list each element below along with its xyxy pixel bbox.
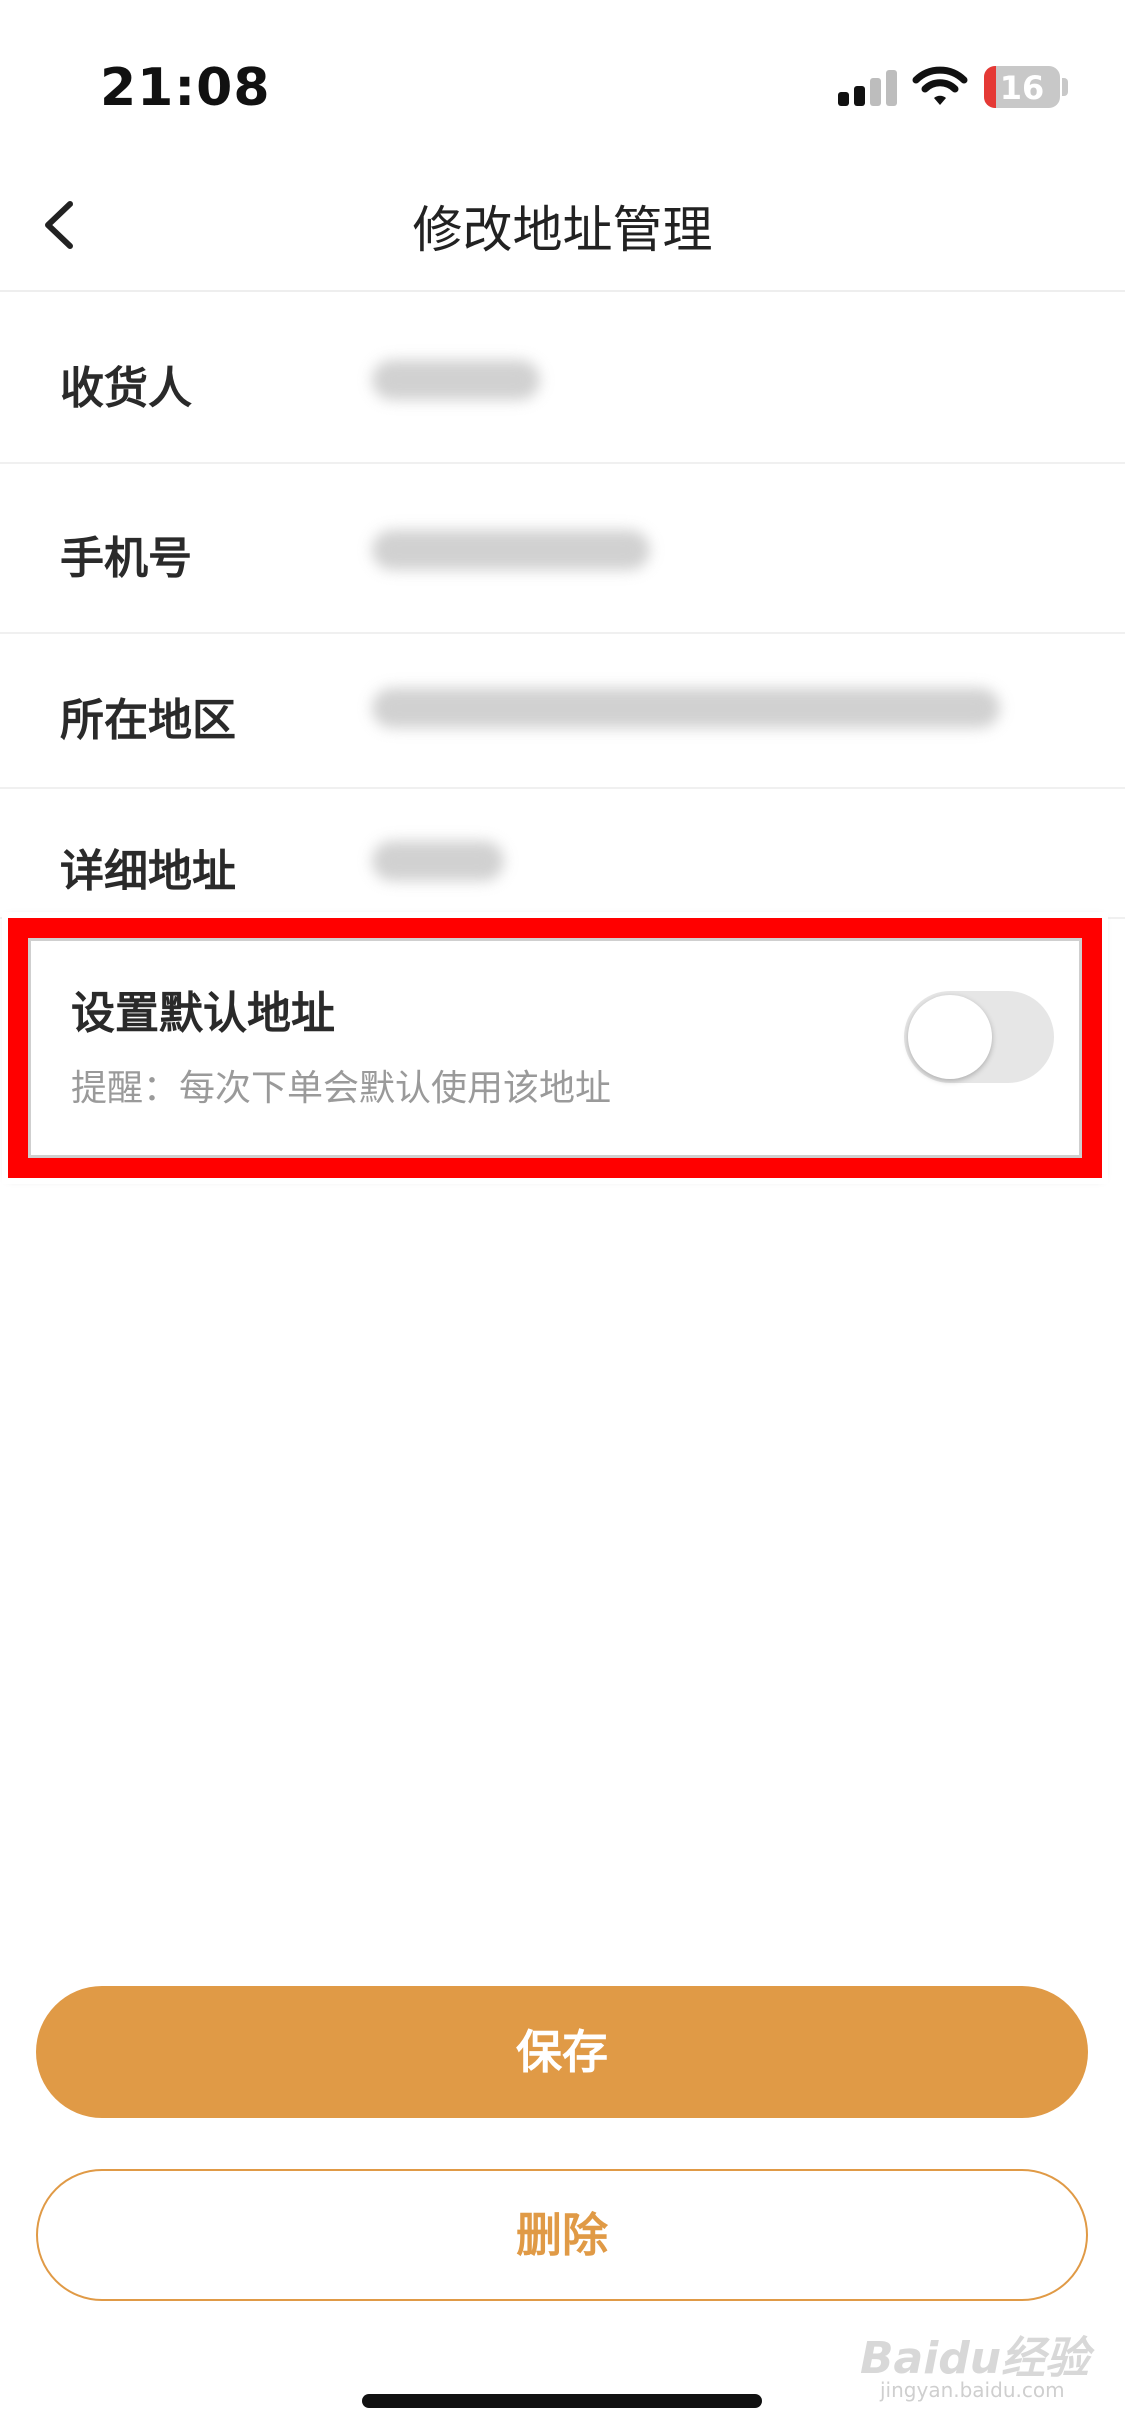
wifi-icon	[912, 64, 968, 108]
page-title: 修改地址管理	[412, 201, 713, 259]
cellular-signal-icon	[838, 66, 898, 106]
phone-label: 手机号	[60, 533, 192, 584]
delete-button[interactable]: 删除	[36, 2169, 1088, 2301]
recipient-row[interactable]: 收货人	[0, 294, 1125, 464]
region-value-redacted[interactable]	[372, 688, 1000, 728]
default-address-toggle[interactable]	[904, 991, 1054, 1083]
detail-address-row[interactable]: 详细地址	[0, 789, 1125, 919]
recipient-value-redacted[interactable]	[372, 360, 540, 400]
status-bar: 21:08 16	[0, 0, 1125, 150]
recipient-label: 收货人	[60, 363, 192, 414]
battery-cap	[1062, 78, 1068, 96]
battery-icon: 16	[984, 66, 1060, 108]
default-address-hint: 提醒：每次下单会默认使用该地址	[71, 1068, 612, 1109]
default-address-row: 设置默认地址 提醒：每次下单会默认使用该地址	[28, 938, 1082, 1158]
region-label: 所在地区	[60, 695, 236, 746]
phone-value-redacted[interactable]	[372, 530, 650, 570]
save-button[interactable]: 保存	[36, 1986, 1088, 2118]
detail-address-value-redacted[interactable]	[372, 841, 504, 881]
baidu-watermark-url: jingyan.baidu.com	[880, 2378, 1065, 2402]
status-time: 21:08	[100, 58, 271, 118]
default-address-title: 设置默认地址	[71, 988, 335, 1039]
region-row[interactable]: 所在地区	[0, 634, 1125, 789]
highlight-annotation-box: 设置默认地址 提醒：每次下单会默认使用该地址	[2, 912, 1108, 1184]
phone-row[interactable]: 手机号	[0, 464, 1125, 634]
detail-address-label: 详细地址	[60, 846, 236, 897]
home-indicator[interactable]	[362, 2394, 762, 2408]
nav-bar: 修改地址管理	[0, 160, 1125, 292]
battery-level: 16	[999, 69, 1045, 107]
baidu-watermark-logo: Baidu经验	[860, 2333, 1090, 2384]
toggle-knob	[908, 995, 992, 1079]
